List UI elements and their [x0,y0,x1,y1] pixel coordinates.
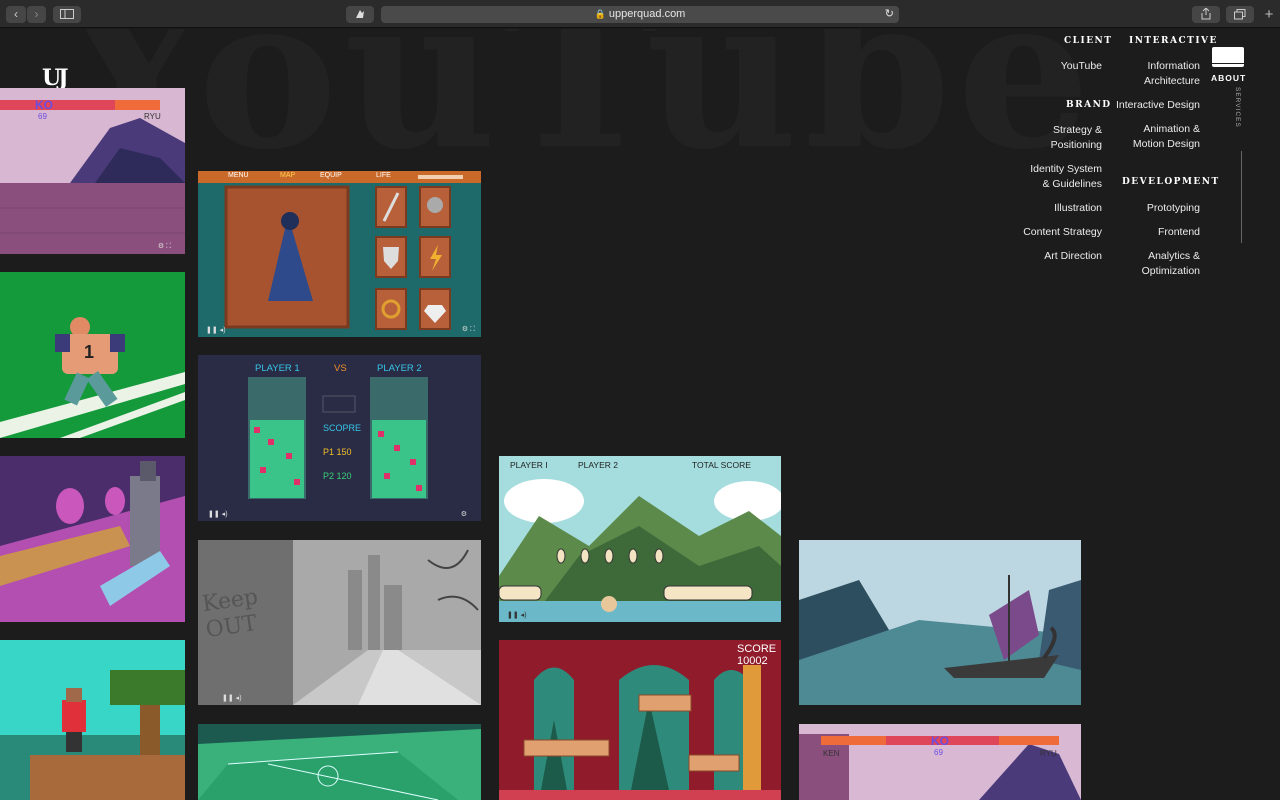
nav-category-brand: BRAND [1066,97,1112,110]
tile-football-runner[interactable]: 1 [0,272,185,438]
player1-name: KEN [823,749,840,758]
viking-scene [799,540,1081,705]
forward-button[interactable]: › [27,6,46,23]
pause-icon[interactable]: ❚❚ ◂) [222,694,242,702]
map-tab: MAP [280,172,296,179]
nav-link-youtube[interactable]: YouTube [1040,59,1102,74]
settings-icon[interactable]: ⚙ ⛶ [444,693,457,702]
score-label: SCOPRE [323,423,362,433]
extension-button[interactable] [346,6,374,23]
pause-icon[interactable]: ❚❚ ◂) [206,326,226,334]
reload-icon[interactable]: ↻ [885,6,894,23]
pause-icon[interactable]: ❚❚ ◂) [507,611,527,619]
ko-label: KO [931,734,949,748]
gear-icon[interactable]: ⚙ ⛶ [158,242,171,251]
nav-category-interactive: INTERACTIVE [1129,33,1218,46]
vs-label: VS [334,363,347,374]
player1-label: PLAYER I [510,460,548,470]
nav-link-content-strategy[interactable]: Content Strategy [990,225,1102,240]
robot-scene [0,456,185,622]
tile-viking-ship[interactable] [799,540,1081,705]
extension-icon [356,10,364,18]
player-name: RYU [144,112,161,121]
services-divider [1241,151,1242,243]
player1-label: PLAYER 1 [255,363,300,374]
voxel-scene [0,640,185,800]
ko-sub: 69 [934,748,943,757]
nav-link-information-architecture[interactable]: Information Architecture [1130,59,1200,88]
tabs-icon [1234,9,1246,20]
nav-link-frontend[interactable]: Frontend [1120,225,1200,240]
tile-street-fighter-ken[interactable]: KEN KO 69 RYU [799,724,1081,800]
sidebar-icon [60,9,74,19]
browser-toolbar: ‹ › 🔒 upperquad.com ↻ + [0,0,1280,28]
back-button[interactable]: ‹ [6,6,26,23]
nav-category-client: CLIENT [1064,33,1113,46]
ko-sub: 69 [38,112,47,121]
nav-link-strategy[interactable]: Strategy & Positioning [1030,123,1102,152]
score-label: SCORE [737,643,777,655]
ko-label: KO [35,98,53,112]
score-value: 10002 [737,655,768,667]
menu-tab: MENU [228,172,249,179]
tile-platformer-hills[interactable]: PLAYER I PLAYER 2 TOTAL SCORE ❚❚ ◂) [499,456,781,622]
nav-category-development: DEVELOPMENT [1122,174,1220,187]
services-label: SERVICES [1234,87,1241,128]
equip-tab: EQUIP [320,172,342,179]
jersey-number: 1 [84,342,95,362]
graffiti-text: Keep OUT [200,584,260,643]
settings-icon[interactable]: ⚙ [461,510,467,518]
share-button[interactable] [1192,6,1220,23]
url-text: upperquad.com [608,8,686,20]
tile-tetris-versus[interactable]: PLAYER 1 VS PLAYER 2 SCOPRE P1 150 P2 12… [198,355,481,521]
settings-icon[interactable]: ⚙ ⛶ [462,325,475,334]
nav-link-illustration[interactable]: Illustration [1000,201,1102,216]
total-score-label: TOTAL SCORE [692,460,751,470]
tile-keep-out-city[interactable]: Keep OUT ❚❚ ◂) ⚙ ⛶ [198,540,481,705]
nav-link-interactive-design[interactable]: Interactive Design [1110,98,1200,113]
nav-link-animation[interactable]: Animation & Motion Design [1120,122,1200,151]
about-menu-button[interactable] [1212,47,1244,67]
page: YouTube UJ KO 69 RYU ⚙ ⛶ 1 MENU MAP EQUI… [0,29,1280,800]
tile-castle-crates[interactable]: SCORE 10002 ❚❚ ◂) [499,640,781,800]
tile-soccer-field[interactable] [198,724,481,800]
nav-link-identity[interactable]: Identity System & Guidelines [1022,162,1102,191]
new-tab-button[interactable]: + [1260,6,1278,23]
tile-street-fighter-ko[interactable]: KO 69 RYU ⚙ ⛶ [0,88,185,254]
nav-link-analytics[interactable]: Analytics & Optimization [1130,249,1200,278]
tabs-button[interactable] [1226,6,1254,23]
life-label: LIFE [376,172,391,179]
platformer-scene [499,456,781,622]
sidebar-toggle-button[interactable] [53,6,81,23]
address-bar[interactable]: 🔒 upperquad.com ↻ [381,6,899,23]
nav-link-art-direction[interactable]: Art Direction [990,249,1102,264]
player2-name: RYU [1040,749,1057,758]
p2-score: P2 120 [323,471,352,481]
tile-robot-fight[interactable] [0,456,185,622]
pause-icon[interactable]: ❚❚ ◂) [208,510,228,518]
share-icon [1201,7,1211,20]
tetris-scene [198,355,481,521]
nav-link-prototyping[interactable]: Prototyping [1120,201,1200,216]
player2-label: PLAYER 2 [377,363,422,374]
tile-rpg-inventory[interactable]: MENU MAP EQUIP LIFE ❚❚ ◂) ⚙ ⛶ [198,171,481,337]
soccer-scene [198,724,481,800]
about-link[interactable]: ABOUT [1211,73,1246,83]
p1-score: P1 150 [323,447,352,457]
rpg-scene [198,171,481,337]
player2-label: PLAYER 2 [578,460,619,470]
tile-voxel-character[interactable] [0,640,185,800]
lock-icon: 🔒 [594,9,606,19]
